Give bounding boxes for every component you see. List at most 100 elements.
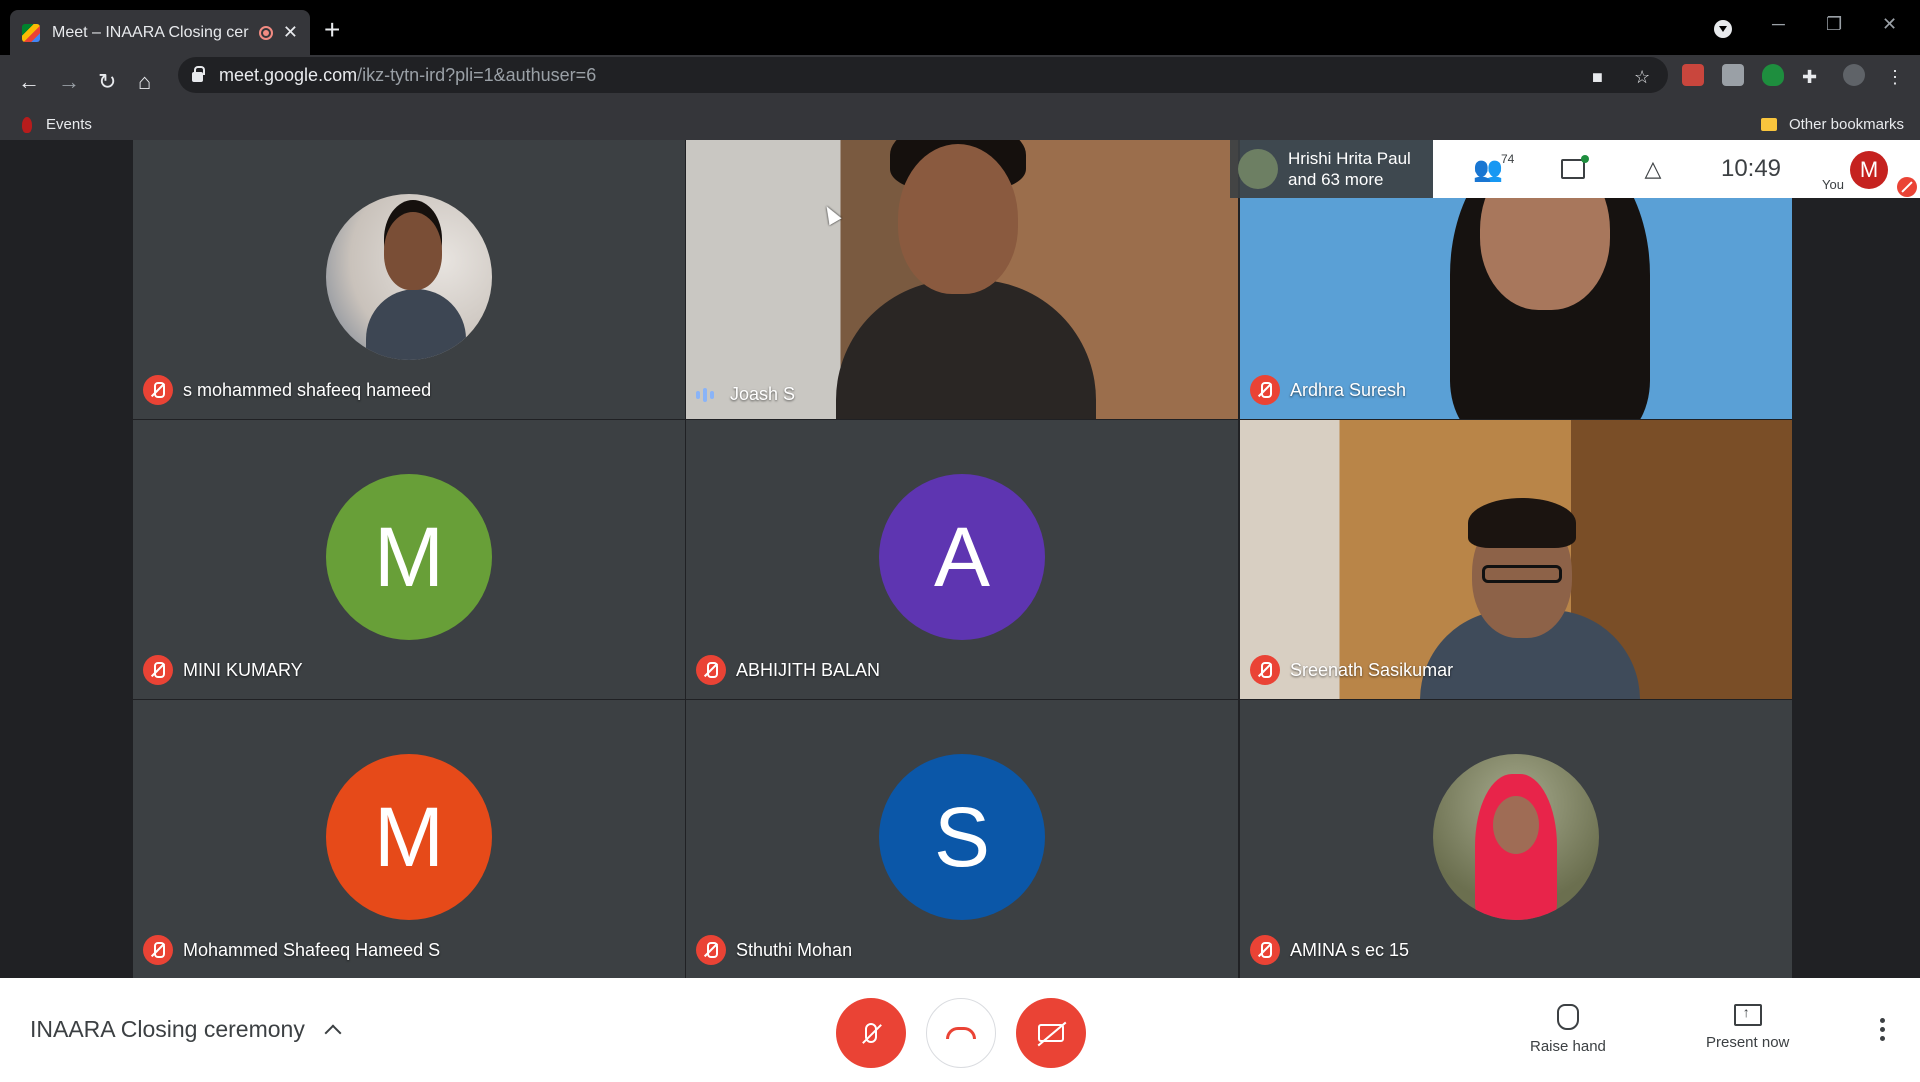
video-glasses — [1482, 565, 1562, 583]
muted-mic-icon — [1250, 655, 1280, 685]
avatar — [1238, 149, 1278, 189]
participant-name: Ardhra Suresh — [1290, 379, 1407, 400]
tab-strip: Meet – INAARA Closing cere ✕ + ─ ❐ ✕ — [0, 0, 1920, 55]
participant-name: s mohammed shafeeq hameed — [183, 379, 432, 400]
participant-tile[interactable]: A ABHIJITH BALAN — [686, 420, 1238, 699]
participant-tile[interactable]: M Mohammed Shafeeq Hameed S — [133, 700, 685, 979]
participant-name: Mohammed Shafeeq Hameed S — [183, 939, 441, 960]
puzzle-extensions-icon[interactable]: ✚ — [1802, 67, 1817, 88]
participant-name: Sthuthi Mohan — [736, 939, 853, 960]
bookmark-star-icon[interactable]: ☆ — [1634, 67, 1650, 88]
extension-icon[interactable] — [1722, 64, 1744, 86]
browser-tab[interactable]: Meet – INAARA Closing cere ✕ — [10, 10, 310, 55]
recording-icon — [258, 25, 273, 40]
present-now-button[interactable]: Present now — [1706, 1004, 1789, 1051]
participant-tile[interactable]: AMINA s ec 15 — [1240, 700, 1792, 979]
chevron-up-icon — [324, 1024, 342, 1041]
more-options-icon[interactable] — [1880, 1018, 1885, 1041]
muted-mic-icon — [143, 375, 173, 405]
other-bookmarks[interactable]: Other bookmarks — [1760, 116, 1904, 133]
participant-avatar: M — [326, 754, 492, 920]
participant-avatar: A — [879, 474, 1045, 640]
lock-icon[interactable] — [192, 66, 205, 82]
events-bookmark-icon — [22, 116, 32, 133]
toggle-camera-button[interactable] — [1016, 998, 1086, 1068]
participant-video-tile[interactable]: Joash S — [686, 140, 1238, 419]
participant-tile[interactable]: S Sthuthi Mohan — [686, 700, 1238, 979]
reload-icon[interactable]: ↻ — [98, 71, 116, 93]
bookmark-events[interactable]: Events — [22, 116, 92, 133]
mic-off-icon — [865, 1023, 877, 1043]
participant-name: Sreenath Sasikumar — [1290, 659, 1454, 680]
leave-call-button[interactable] — [926, 998, 996, 1068]
close-tab-icon[interactable]: ✕ — [283, 22, 298, 43]
people-icon: 👥 — [1473, 155, 1503, 183]
tab-title: Meet – INAARA Closing cere — [52, 23, 249, 41]
participant-avatar: M — [326, 474, 492, 640]
raise-hand-button[interactable]: Raise hand — [1530, 1004, 1606, 1055]
meet-favicon-icon — [22, 23, 40, 42]
folder-icon — [1760, 118, 1777, 131]
other-bookmarks-label: Other bookmarks — [1788, 116, 1904, 133]
shield-extension-icon[interactable] — [1762, 64, 1784, 86]
meeting-controls-bar: INAARA Closing ceremony Raise hand Prese… — [0, 978, 1920, 1082]
muted-mic-icon — [1250, 935, 1280, 965]
address-bar[interactable]: meet.google.com /ikz-tytn-ird?pli=1&auth… — [178, 57, 1668, 93]
chat-button[interactable] — [1553, 140, 1593, 198]
chip-name: Hrishi Hrita Paul — [1288, 149, 1411, 168]
people-button[interactable]: 👥 — [1463, 140, 1513, 198]
meeting-info-bar: 👥 74 △ 10:49 You — [1433, 140, 1920, 198]
participants-chip[interactable]: Hrishi Hrita Paul and 63 more — [1230, 140, 1433, 198]
muted-mic-icon — [696, 935, 726, 965]
present-now-label: Present now — [1706, 1034, 1790, 1051]
camera-off-icon — [1038, 1024, 1064, 1042]
browser-menu-icon[interactable]: ⋮ — [1886, 67, 1904, 88]
muted-mic-icon — [696, 655, 726, 685]
participant-name: MINI KUMARY — [183, 659, 303, 680]
participant-name: ABHIJITH BALAN — [736, 659, 881, 680]
minimize-icon[interactable]: ─ — [1772, 14, 1785, 35]
new-tab-button[interactable]: + — [324, 16, 340, 44]
meeting-title: INAARA Closing ceremony — [30, 1016, 305, 1042]
url-host: meet.google.com — [219, 64, 358, 85]
participant-avatar: S — [879, 754, 1045, 920]
close-window-icon[interactable]: ✕ — [1882, 14, 1897, 35]
participant-video-tile[interactable]: Sreenath Sasikumar — [1240, 420, 1792, 699]
video-body — [836, 280, 1096, 419]
muted-mic-icon — [143, 655, 173, 685]
activities-button[interactable]: △ — [1633, 140, 1673, 198]
back-icon[interactable]: ← — [18, 71, 40, 93]
self-muted-icon — [1897, 177, 1917, 197]
extension-icon[interactable] — [1682, 64, 1704, 86]
home-icon[interactable]: ⌂ — [138, 71, 151, 93]
forward-icon[interactable]: → — [58, 71, 80, 93]
participant-name: Joash S — [730, 384, 796, 404]
self-avatar[interactable]: M — [1850, 151, 1888, 189]
chip-more: and 63 more — [1288, 170, 1384, 189]
toggle-microphone-button[interactable] — [836, 998, 906, 1068]
raise-hand-label: Raise hand — [1530, 1038, 1606, 1055]
activities-icon: △ — [1644, 156, 1662, 181]
present-icon — [1733, 1004, 1762, 1026]
video-head — [898, 144, 1018, 294]
muted-mic-icon — [1250, 375, 1280, 405]
participant-photo — [1433, 754, 1599, 920]
bookmark-events-label: Events — [46, 116, 92, 133]
participant-photo — [326, 194, 492, 360]
restore-icon[interactable]: ❐ — [1826, 14, 1842, 35]
participant-name: AMINA s ec 15 — [1290, 939, 1410, 960]
tab-search-icon[interactable] — [1714, 20, 1732, 38]
bookmarks-bar: Events Other bookmarks — [0, 110, 1920, 140]
video-hair — [1468, 498, 1576, 548]
camera-permission-icon[interactable]: ■ — [1592, 67, 1603, 88]
hang-up-icon — [946, 1027, 976, 1039]
chat-icon — [1561, 155, 1589, 179]
muted-mic-icon — [143, 935, 173, 965]
participant-tile[interactable]: s mohammed shafeeq hameed — [133, 140, 685, 419]
url-path: /ikz-tytn-ird?pli=1&authuser=6 — [357, 64, 597, 85]
profile-icon[interactable] — [1843, 64, 1865, 86]
participant-tile[interactable]: M MINI KUMARY — [133, 420, 685, 699]
meeting-details-toggle[interactable]: INAARA Closing ceremony — [30, 1016, 342, 1043]
hand-icon — [1556, 1004, 1579, 1030]
meeting-clock: 10:49 — [1720, 155, 1782, 182]
